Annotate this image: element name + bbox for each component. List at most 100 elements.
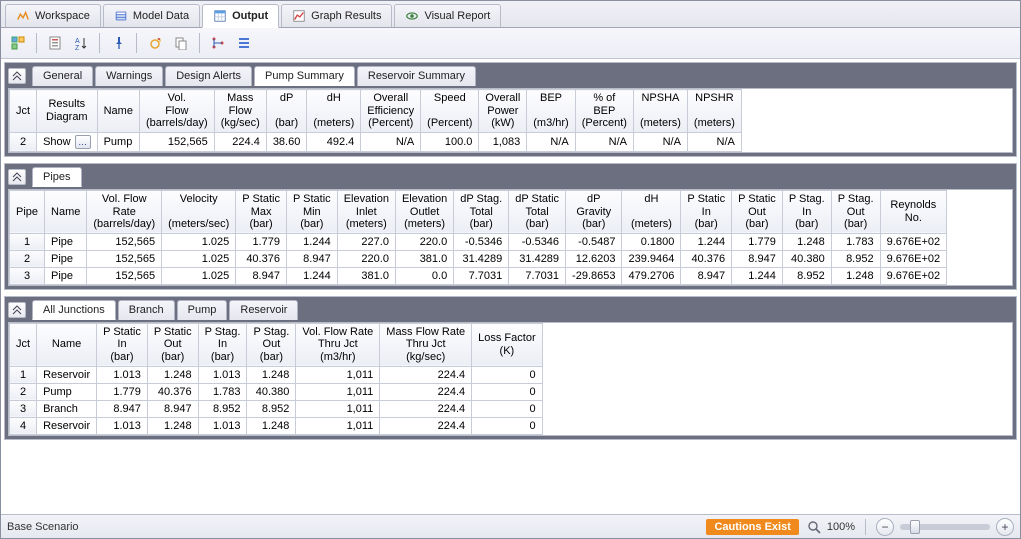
zoom-thumb[interactable]	[910, 520, 920, 534]
table-row[interactable]: 2Pump1.77940.3761.78340.3801,011224.40	[10, 383, 543, 400]
toolbar-refresh-button[interactable]	[144, 32, 166, 54]
col-bep[interactable]: BEP (m3/hr)	[527, 90, 575, 133]
col-mass-flow[interactable]: Mass Flow(kg/sec)	[214, 90, 266, 133]
subtab-branch[interactable]: Branch	[118, 300, 175, 320]
scenario-label: Base Scenario	[7, 521, 79, 533]
pipes-panel: Pipes Pipe Name Vol. Flow Rate(barrels/d…	[4, 163, 1017, 290]
toolbar-copy-button[interactable]	[170, 32, 192, 54]
col-p-static-in[interactable]: P Static In(bar)	[681, 190, 732, 233]
toolbar-sort-button[interactable]: AZ	[70, 32, 92, 54]
col-npsha[interactable]: NPSHA (meters)	[633, 90, 687, 133]
col-dp-stag-total[interactable]: dP Stag. Total(bar)	[454, 190, 509, 233]
table-row[interactable]: 2Pipe152,5651.02540.3768.947220.0381.031…	[10, 250, 947, 267]
table-row[interactable]: 1Reservoir1.0131.2481.0131.2481,011224.4…	[10, 366, 543, 383]
tab-visual-report[interactable]: Visual Report	[394, 4, 501, 27]
col-dh[interactable]: dH (meters)	[307, 90, 361, 133]
pump-summary-grid[interactable]: Jct Results Diagram Name Vol. Flow(barre…	[8, 88, 1013, 153]
col-p-stag-out[interactable]: P Stag. Out(bar)	[831, 190, 880, 233]
workspace-icon	[16, 9, 30, 23]
col-jct[interactable]: Jct	[10, 90, 37, 133]
visual-report-icon	[405, 9, 419, 23]
col-jct[interactable]: Jct	[10, 323, 37, 366]
subtab-pump-summary[interactable]: Pump Summary	[254, 66, 355, 86]
zoom-out-button[interactable]: −	[876, 518, 894, 536]
col-p-static-out[interactable]: P Static Out(bar)	[147, 323, 198, 366]
toolbar-branch-button[interactable]	[207, 32, 229, 54]
subtab-design-alerts[interactable]: Design Alerts	[165, 66, 252, 86]
col-elev-outlet[interactable]: Elevation Outlet(meters)	[395, 190, 453, 233]
col-vol-flow[interactable]: Vol. Flow(barrels/day)	[139, 90, 214, 133]
model-data-icon	[114, 9, 128, 23]
table-row[interactable]: 2 Show … Pump 152,565 224.4 38.60 492.4	[10, 132, 742, 151]
junctions-panel: All Junctions Branch Pump Reservoir Jct …	[4, 296, 1017, 440]
col-dp[interactable]: dP (bar)	[266, 90, 307, 133]
toolbar-list-button[interactable]	[233, 32, 255, 54]
show-diagram-button[interactable]: …	[75, 135, 91, 149]
subtab-pipes[interactable]: Pipes	[32, 167, 82, 187]
col-reynolds[interactable]: Reynolds No.	[880, 190, 947, 233]
col-p-static-max[interactable]: P Static Max(bar)	[236, 190, 287, 233]
junctions-grid[interactable]: Jct Name P Static In(bar) P Static Out(b…	[8, 322, 1013, 436]
main-tab-strip: Workspace Model Data Output Graph Result…	[1, 1, 1020, 28]
col-name[interactable]: Name	[37, 323, 97, 366]
col-name[interactable]: Name	[97, 90, 139, 133]
col-p-static-min[interactable]: P Static Min(bar)	[286, 190, 337, 233]
tab-output[interactable]: Output	[202, 4, 279, 28]
tab-label: Graph Results	[311, 10, 381, 22]
col-overall-eff[interactable]: Overall Efficiency(Percent)	[361, 90, 421, 133]
subtab-reservoir[interactable]: Reservoir	[229, 300, 298, 320]
subtab-reservoir-summary[interactable]: Reservoir Summary	[357, 66, 476, 86]
tab-graph-results[interactable]: Graph Results	[281, 4, 392, 27]
collapse-button[interactable]	[8, 169, 26, 185]
col-dp-static-total[interactable]: dP Static Total(bar)	[509, 190, 566, 233]
tab-workspace[interactable]: Workspace	[5, 4, 101, 27]
svg-text:A: A	[75, 38, 80, 45]
col-npshr[interactable]: NPSHR (meters)	[687, 90, 741, 133]
collapse-button[interactable]	[8, 68, 26, 84]
col-velocity[interactable]: Velocity (meters/sec)	[162, 190, 236, 233]
subtab-pump[interactable]: Pump	[177, 300, 228, 320]
table-row[interactable]: 1Pipe152,5651.0251.7791.244227.0220.0-0.…	[10, 233, 947, 250]
col-vol-flow-rate[interactable]: Vol. Flow Rate(barrels/day)	[87, 190, 162, 233]
col-p-stag-out[interactable]: P Stag. Out(bar)	[247, 323, 296, 366]
col-mfr-thru[interactable]: Mass Flow Rate Thru Jct(kg/sec)	[380, 323, 472, 366]
col-elev-inlet[interactable]: Elevation Inlet(meters)	[337, 190, 395, 233]
zoom-slider[interactable]	[900, 524, 990, 530]
table-row[interactable]: 4Reservoir1.0131.2481.0131.2481,011224.4…	[10, 417, 543, 434]
subtab-warnings[interactable]: Warnings	[95, 66, 163, 86]
col-pct-bep[interactable]: % of BEP(Percent)	[575, 90, 633, 133]
col-speed[interactable]: Speed (Percent)	[421, 90, 479, 133]
tab-label: Output	[232, 10, 268, 22]
zoom-in-button[interactable]: +	[996, 518, 1014, 536]
output-toolbar: AZ	[1, 28, 1020, 59]
col-overall-power[interactable]: Overall Power(kW)	[479, 90, 527, 133]
table-row[interactable]: 3Branch8.9478.9478.9528.9521,011224.40	[10, 400, 543, 417]
output-content: General Warnings Design Alerts Pump Summ…	[1, 59, 1020, 514]
col-results-diagram[interactable]: Results Diagram	[37, 90, 98, 133]
cautions-badge[interactable]: Cautions Exist	[706, 519, 798, 535]
col-pipe[interactable]: Pipe	[10, 190, 45, 233]
toolbar-pin-button[interactable]	[107, 32, 129, 54]
col-dh[interactable]: dH (meters)	[622, 190, 681, 233]
subtab-all-junctions[interactable]: All Junctions	[32, 300, 116, 320]
col-p-stag-in[interactable]: P Stag. In(bar)	[198, 323, 247, 366]
collapse-button[interactable]	[8, 302, 26, 318]
col-p-static-in[interactable]: P Static In(bar)	[97, 323, 148, 366]
graph-results-icon	[292, 9, 306, 23]
chevron-up-double-icon	[12, 71, 22, 81]
col-loss-factor[interactable]: Loss Factor (K)	[472, 323, 542, 366]
col-p-static-out[interactable]: P Static Out(bar)	[732, 190, 783, 233]
toolbar-toggle-panels-button[interactable]	[7, 32, 29, 54]
pipes-grid[interactable]: Pipe Name Vol. Flow Rate(barrels/day) Ve…	[8, 189, 1013, 286]
col-vfr-thru[interactable]: Vol. Flow Rate Thru Jct(m3/hr)	[296, 323, 380, 366]
table-row[interactable]: 3Pipe152,5651.0258.9471.244381.00.07.703…	[10, 267, 947, 284]
toolbar-report-options-button[interactable]	[44, 32, 66, 54]
col-p-stag-in[interactable]: P Stag. In(bar)	[782, 190, 831, 233]
col-dp-gravity[interactable]: dP Gravity(bar)	[566, 190, 622, 233]
subtab-general[interactable]: General	[32, 66, 93, 86]
status-bar: Base Scenario Cautions Exist 100% − +	[1, 514, 1020, 538]
col-name[interactable]: Name	[45, 190, 87, 233]
summary-panel: General Warnings Design Alerts Pump Summ…	[4, 62, 1017, 157]
zoom-magnifier-icon[interactable]	[807, 520, 821, 534]
tab-model-data[interactable]: Model Data	[103, 4, 200, 27]
